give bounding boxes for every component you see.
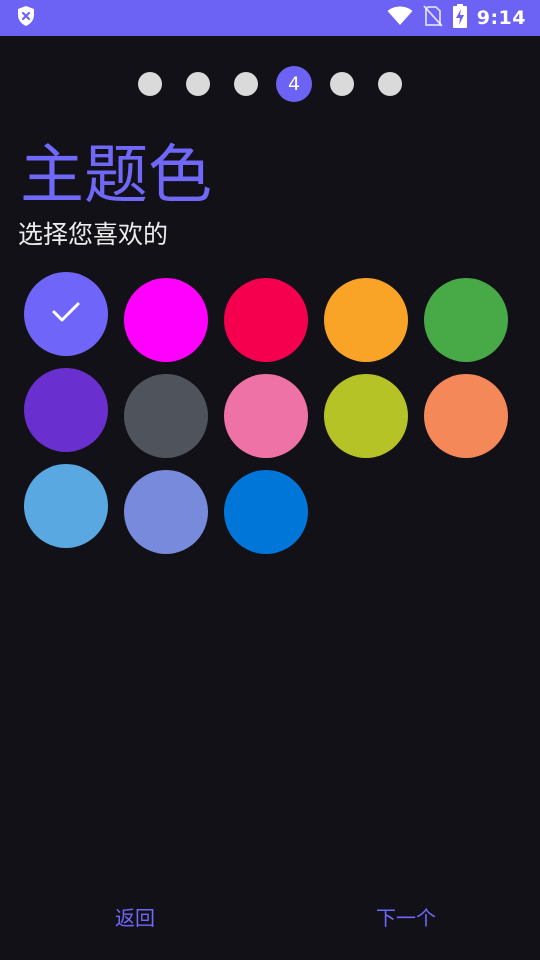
step-dot-current: 4 bbox=[276, 66, 312, 102]
progress-stepper: 4 bbox=[0, 66, 540, 102]
page-subtitle: 选择您喜欢的 bbox=[18, 220, 169, 249]
back-button[interactable]: 返回 bbox=[96, 900, 174, 936]
step-dot-5 bbox=[330, 72, 354, 96]
step-dot-6 bbox=[378, 72, 402, 96]
step-current-label: 4 bbox=[287, 73, 301, 95]
color-swatch-10[interactable] bbox=[424, 374, 508, 458]
battery-charging-icon bbox=[452, 4, 467, 32]
color-swatch-11[interactable] bbox=[24, 464, 108, 548]
color-swatch-2[interactable] bbox=[124, 278, 208, 362]
color-swatch-5[interactable] bbox=[424, 278, 508, 362]
status-time: 9:14 bbox=[476, 7, 526, 29]
step-dot-3 bbox=[234, 72, 258, 96]
status-bar: 9:14 bbox=[0, 0, 540, 36]
wifi-icon bbox=[387, 6, 413, 30]
color-swatch-12[interactable] bbox=[124, 470, 208, 554]
color-swatch-1[interactable] bbox=[24, 272, 108, 356]
color-swatch-3[interactable] bbox=[224, 278, 308, 362]
shield-x-icon bbox=[16, 5, 36, 31]
color-swatch-6[interactable] bbox=[24, 368, 108, 452]
color-swatch-13[interactable] bbox=[224, 470, 308, 554]
color-swatch-7[interactable] bbox=[124, 374, 208, 458]
step-dot-2 bbox=[186, 72, 210, 96]
no-sim-icon bbox=[423, 5, 443, 31]
color-swatch-9[interactable] bbox=[324, 374, 408, 458]
color-swatch-8[interactable] bbox=[224, 374, 308, 458]
next-button[interactable]: 下一个 bbox=[360, 900, 452, 936]
step-dot-1 bbox=[138, 72, 162, 96]
page-title: 主题色 bbox=[20, 139, 212, 213]
check-icon bbox=[51, 301, 81, 327]
color-swatch-4[interactable] bbox=[324, 278, 408, 362]
